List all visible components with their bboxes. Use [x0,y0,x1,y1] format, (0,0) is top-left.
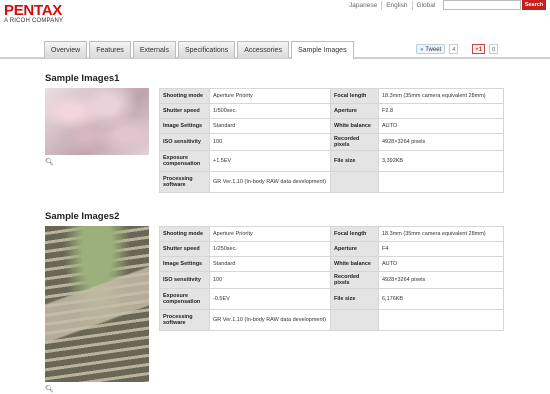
spec-value: 6,176KB [378,288,504,310]
link-english[interactable]: English [382,1,413,10]
spec-row: Shooting mode Aperture Priority Focal leng… [159,226,504,242]
spec-value: Aperture Priority [209,226,331,242]
spec-value: 4928×3264 pixels [378,133,504,151]
spec-value: 1/500sec. [209,103,331,119]
spec-label: Shutter speed [159,241,210,257]
search-input[interactable] [443,0,521,10]
tab-externals[interactable]: Externals [132,41,176,58]
sample-title-1: Sample Images1 [45,73,120,84]
spec-value: 18.3mm (35mm camera equivalent 28mm) [378,226,504,242]
spec-value: 3,392KB [378,150,504,172]
twitter-bird-icon: ● [420,47,424,53]
sample-title-2: Sample Images2 [45,211,120,222]
spec-row: Shutter speed 1/250sec. Aperture F4 [159,241,504,257]
spec-row: ISO sensitivity 100 Recorded pixels 4928×32… [159,271,504,289]
spec-row: Processing software GR Ver.1.10 (In-body … [159,171,504,193]
spec-label: White balance [330,118,379,134]
spec-value: AUTO [378,256,504,272]
language-links: Japanese English Global [345,1,439,10]
spec-table-1: Shooting mode Aperture Priority Focal leng… [159,88,504,193]
spec-value [378,171,504,193]
sample-photo-2[interactable] [45,226,149,382]
spec-label: Recorded pixels [330,271,379,289]
tweet-button[interactable]: ● Tweet [416,44,446,54]
spec-table-2: Shooting mode Aperture Priority Focal leng… [159,226,504,331]
spec-label: Processing software [159,309,210,331]
spec-row: Exposure compensation +1.5EV File size 3,39… [159,150,504,172]
spec-value: -0.5EV [209,288,331,310]
tab-accessories[interactable]: Accessories [237,41,289,58]
spec-row: ISO sensitivity 100 Recorded pixels 4928×32… [159,133,504,151]
spec-label: ISO sensitivity [159,271,210,289]
spec-value: GR Ver.1.10 (In-body RAW data developmen… [209,171,331,193]
spec-value: 18.3mm (35mm camera equivalent 28mm) [378,88,504,104]
spec-label: Recorded pixels [330,133,379,151]
gplus-count: 0 [489,44,499,54]
tab-features[interactable]: Features [89,41,131,58]
brand-tagline: A RICOH COMPANY [4,18,64,24]
magnifier-icon[interactable]: 🔍︎ [45,158,54,166]
spec-row: Image Settings Standard White balance AUTO [159,118,504,134]
spec-label: Shutter speed [159,103,210,119]
spec-label: Shooting mode [159,226,210,242]
social-buttons: ● Tweet 4 +1 0 [416,44,499,54]
spec-label [330,171,379,193]
search-button[interactable]: Search [522,0,546,10]
spec-label: White balance [330,256,379,272]
sample-photo-1[interactable] [45,88,149,155]
gplus-button[interactable]: +1 [472,44,486,54]
spec-label: Exposure compensation [159,150,210,172]
spec-label: Image Settings [159,118,210,134]
spec-label: ISO sensitivity [159,133,210,151]
spec-value: F2.8 [378,103,504,119]
spec-value: 1/250sec. [209,241,331,257]
spec-value: Aperture Priority [209,88,331,104]
link-japanese[interactable]: Japanese [345,1,383,10]
tweet-count: 4 [449,44,459,54]
spec-value: 100 [209,133,331,151]
link-global[interactable]: Global [413,1,440,10]
spec-label: Exposure compensation [159,288,210,310]
spec-value: 100 [209,271,331,289]
spec-value: Standard [209,256,331,272]
spec-label: Image Settings [159,256,210,272]
spec-value: +1.5EV [209,150,331,172]
tab-specifications[interactable]: Specifications [178,41,236,58]
spec-value [378,309,504,331]
spec-label: Focal length [330,226,379,242]
spec-label: Shooting mode [159,88,210,104]
spec-label: Focal length [330,88,379,104]
product-tabs: Overview Features Externals Specificatio… [44,41,356,59]
tweet-label: Tweet [425,47,442,53]
spec-row: Image Settings Standard White balance AUTO [159,256,504,272]
pentax-logo[interactable]: PENTAX A RICOH COMPANY [4,3,63,25]
spec-value: F4 [378,241,504,257]
spec-label: Processing software [159,171,210,193]
magnifier-icon[interactable]: 🔍︎ [45,385,54,393]
spec-value: GR Ver.1.10 (In-body RAW data developmen… [209,309,331,331]
spec-label: Aperture [330,241,379,257]
spec-row: Exposure compensation -0.5EV File size 6,17… [159,288,504,310]
spec-value: Standard [209,118,331,134]
spec-row: Shutter speed 1/500sec. Aperture F2.8 [159,103,504,119]
spec-label: File size [330,150,379,172]
spec-label: Aperture [330,103,379,119]
spec-value: 4928×3264 pixels [378,271,504,289]
tab-overview[interactable]: Overview [44,41,88,58]
spec-row: Processing software GR Ver.1.10 (In-body … [159,309,504,331]
brand-name: PENTAX [4,2,62,19]
spec-label: File size [330,288,379,310]
tab-sample-images[interactable]: Sample Images [290,41,354,59]
spec-value: AUTO [378,118,504,134]
spec-label [330,309,379,331]
spec-row: Shooting mode Aperture Priority Focal leng… [159,88,504,104]
